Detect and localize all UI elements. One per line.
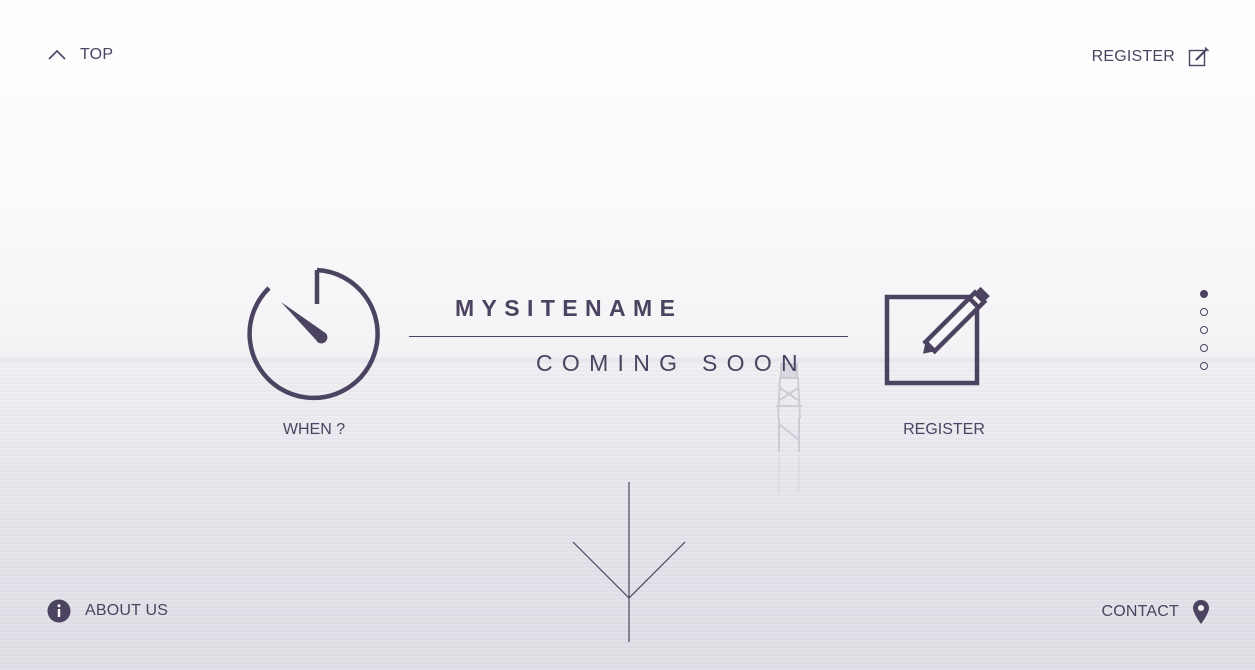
chevron-up-icon — [47, 49, 67, 61]
pagination-dot-2[interactable] — [1200, 308, 1208, 316]
contact-label: CONTACT — [1101, 603, 1179, 620]
timer-icon — [247, 267, 380, 401]
when-label: WHEN ? — [282, 421, 346, 438]
register-link[interactable]: REGISTER — [1092, 46, 1210, 68]
register-link-label: REGISTER — [1091, 48, 1175, 65]
site-name: MYSITENAME — [455, 295, 683, 321]
contact-link[interactable]: CONTACT — [1101, 599, 1210, 625]
location-pin-icon — [1192, 599, 1210, 625]
edit-icon — [884, 286, 990, 386]
pagination-dot-5[interactable] — [1200, 362, 1208, 370]
register-label: REGISTER — [903, 421, 985, 438]
top-link[interactable]: TOP — [47, 46, 113, 64]
register-button[interactable]: REGISTER — [874, 270, 1014, 438]
about-label: ABOUT US — [85, 602, 169, 619]
pagination-dot-4[interactable] — [1200, 344, 1208, 352]
info-icon — [47, 599, 71, 623]
title-divider — [409, 336, 848, 337]
pagination-dot-1[interactable] — [1200, 290, 1208, 298]
arrow-down-icon[interactable] — [572, 482, 686, 642]
coming-soon-tagline: COMING SOON — [536, 350, 807, 376]
about-link[interactable]: ABOUT US — [47, 599, 168, 623]
top-label: TOP — [80, 46, 114, 63]
section-pagination — [1200, 290, 1208, 370]
pagination-dot-3[interactable] — [1200, 326, 1208, 334]
when-button[interactable]: WHEN ? — [244, 266, 384, 438]
edit-icon — [1188, 46, 1210, 68]
beacon-tower-image — [776, 363, 802, 495]
